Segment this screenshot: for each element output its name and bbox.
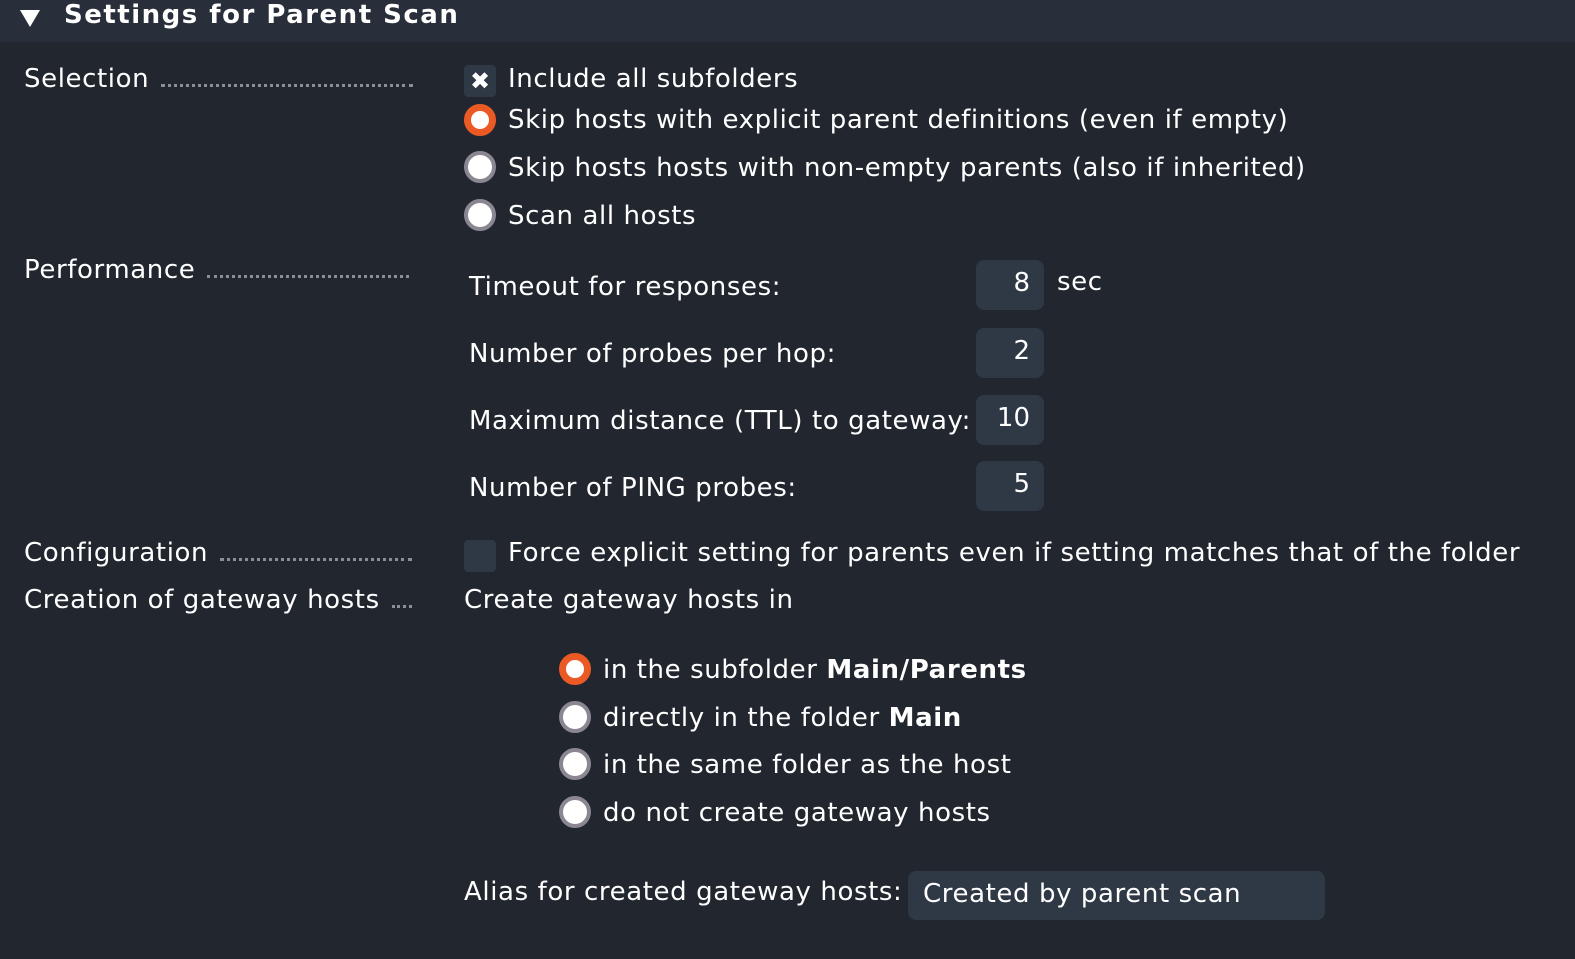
radio-gateway-same-folder-label[interactable]: in the same folder as the host	[603, 750, 1012, 780]
radio-gateway-main-folder-label[interactable]: directly in the folder Main	[603, 703, 962, 733]
radio-scan-all-hosts[interactable]	[464, 199, 496, 231]
ping-probes-label: Number of PING probes:	[469, 473, 797, 503]
folder-name: Main	[888, 703, 962, 733]
radio-gateway-none[interactable]	[559, 796, 591, 828]
force-explicit-checkbox[interactable]	[464, 540, 496, 572]
radio-gateway-main-folder[interactable]	[559, 701, 591, 733]
dots-leader	[220, 558, 413, 561]
radio-gateway-none-label[interactable]: do not create gateway hosts	[603, 798, 991, 828]
radio-gateway-subfolder[interactable]	[559, 653, 591, 685]
max-ttl-input[interactable]: 10	[976, 395, 1044, 445]
radio-skip-explicit-parents-label[interactable]: Skip hosts with explicit parent definiti…	[508, 105, 1288, 135]
max-ttl-label: Maximum distance (TTL) to gateway:	[469, 406, 971, 436]
configuration-label-text: Configuration	[24, 538, 209, 568]
gateway-intro: Create gateway hosts in	[464, 585, 794, 615]
radio-gateway-subfolder-label[interactable]: in the subfolder Main/Parents	[603, 655, 1027, 685]
radio-gateway-same-folder[interactable]	[559, 748, 591, 780]
selection-label-text: Selection	[24, 64, 150, 94]
section-title: Settings for Parent Scan	[64, 0, 460, 30]
section-header[interactable]: Settings for Parent Scan	[0, 0, 1575, 42]
option-text: in the subfolder	[603, 655, 827, 685]
performance-label-text: Performance	[24, 255, 196, 285]
alias-input[interactable]: Created by parent scan	[908, 871, 1325, 920]
performance-label: Performance	[24, 255, 410, 285]
probes-per-hop-input[interactable]: 2	[976, 328, 1044, 378]
radio-skip-explicit-parents[interactable]	[464, 104, 496, 136]
force-explicit-label[interactable]: Force explicit setting for parents even …	[508, 538, 1520, 568]
include-subfolders-label[interactable]: Include all subfolders	[508, 64, 798, 94]
x-mark-icon: ✖	[469, 67, 491, 95]
radio-skip-nonempty-parents-label[interactable]: Skip hosts hosts with non-empty parents …	[508, 153, 1306, 183]
gateway-hosts-label-text: Creation of gateway hosts	[24, 585, 380, 615]
selection-label: Selection	[24, 64, 414, 94]
gateway-hosts-label: Creation of gateway hosts	[24, 585, 412, 615]
timeout-input[interactable]: 8	[976, 260, 1044, 310]
alias-label: Alias for created gateway hosts:	[464, 877, 903, 907]
ping-probes-input[interactable]: 5	[976, 461, 1044, 511]
include-subfolders-checkbox[interactable]: ✖	[464, 65, 496, 97]
radio-scan-all-hosts-label[interactable]: Scan all hosts	[508, 201, 696, 231]
triangle-down-icon[interactable]	[20, 10, 40, 27]
dots-leader	[161, 84, 414, 87]
timeout-unit: sec	[1057, 267, 1103, 297]
option-text: directly in the folder	[603, 703, 889, 733]
folder-name: Main/Parents	[826, 655, 1027, 685]
configuration-label: Configuration	[24, 538, 413, 568]
dots-leader	[207, 275, 410, 278]
probes-per-hop-label: Number of probes per hop:	[469, 339, 836, 369]
dots-leader	[391, 605, 412, 608]
timeout-label: Timeout for responses:	[469, 272, 782, 302]
radio-skip-nonempty-parents[interactable]	[464, 151, 496, 183]
